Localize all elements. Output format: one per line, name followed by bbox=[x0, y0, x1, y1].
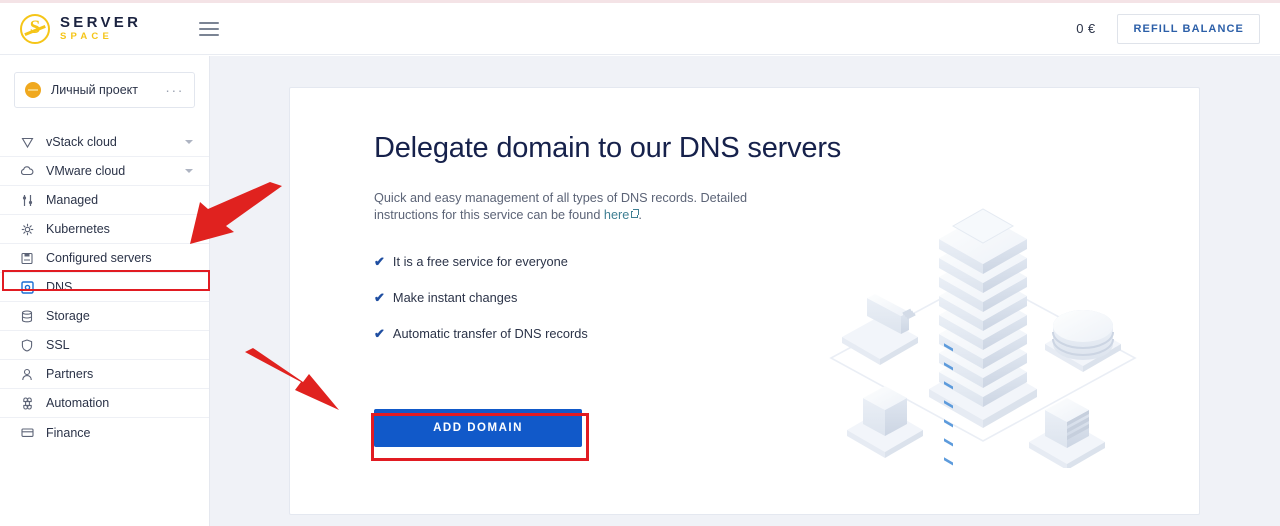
project-name: Личный проект bbox=[51, 83, 138, 97]
hamburger-line bbox=[199, 33, 220, 36]
sidebar-item-storage[interactable]: Storage bbox=[0, 302, 209, 331]
hamburger-line bbox=[199, 27, 220, 30]
sidebar-nav: vStack cloud VMware cloud Managed Kubern… bbox=[0, 128, 209, 447]
sidebar-item-managed[interactable]: Managed bbox=[0, 186, 209, 215]
sidebar-item-automation[interactable]: Automation bbox=[0, 389, 209, 418]
sidebar-item-label: Automation bbox=[46, 396, 110, 410]
check-icon: ✔ bbox=[374, 289, 385, 305]
sidebar-item-configured-servers[interactable]: Configured servers bbox=[0, 244, 209, 273]
database-icon bbox=[20, 309, 34, 323]
project-selector[interactable]: Личный проект ··· bbox=[14, 72, 195, 108]
feature-text: Make instant changes bbox=[392, 289, 518, 305]
feature-list: ✔ It is a free service for everyone ✔ Ma… bbox=[374, 254, 1175, 341]
refill-balance-button[interactable]: REFILL BALANCE bbox=[1117, 13, 1260, 44]
kubernetes-helm-icon bbox=[20, 222, 34, 236]
check-icon: ✔ bbox=[374, 253, 385, 269]
sliders-icon bbox=[20, 193, 34, 207]
chevron-down-icon[interactable] bbox=[185, 140, 193, 144]
feature-text: Automatic transfer of DNS records bbox=[392, 325, 588, 341]
command-icon bbox=[20, 396, 34, 410]
lead-paragraph: Quick and easy management of all types o… bbox=[374, 190, 764, 224]
triangle-down-icon bbox=[20, 135, 34, 149]
sidebar-item-label: Configured servers bbox=[46, 251, 152, 265]
dns-square-icon bbox=[20, 280, 34, 294]
card-content: Delegate domain to our DNS servers Quick… bbox=[374, 132, 1175, 494]
chevron-down-icon[interactable] bbox=[185, 169, 193, 173]
sidebar: Личный проект ··· vStack cloud VMware cl… bbox=[0, 56, 210, 526]
sidebar-item-label: SSL bbox=[46, 338, 70, 352]
sidebar-item-label: vStack cloud bbox=[46, 135, 117, 149]
app-header: S SERVER SPACE 0 € REFILL BALANCE bbox=[0, 3, 1280, 55]
list-item: ✔ Make instant changes bbox=[374, 290, 1175, 305]
project-avatar bbox=[25, 82, 41, 98]
sidebar-item-vstack-cloud[interactable]: vStack cloud bbox=[0, 128, 209, 157]
hamburger-menu-icon[interactable] bbox=[199, 21, 220, 36]
sidebar-item-label: Kubernetes bbox=[46, 222, 110, 236]
sidebar-item-label: Partners bbox=[46, 367, 94, 381]
dns-promo-card: Delegate domain to our DNS servers Quick… bbox=[289, 87, 1200, 515]
sidebar-item-label: Finance bbox=[46, 425, 91, 440]
page-title: Delegate domain to our DNS servers bbox=[374, 132, 842, 164]
sidebar-item-finance[interactable]: Finance bbox=[0, 418, 209, 447]
sidebar-item-label: Storage bbox=[46, 309, 90, 323]
main-area: Delegate domain to our DNS servers Quick… bbox=[210, 56, 1280, 526]
cloud-icon bbox=[20, 164, 34, 178]
project-more-icon[interactable]: ··· bbox=[165, 83, 184, 97]
sidebar-item-kubernetes[interactable]: Kubernetes bbox=[0, 215, 209, 244]
header-actions: 0 € REFILL BALANCE bbox=[1076, 13, 1260, 44]
feature-text: It is a free service for everyone bbox=[392, 253, 568, 269]
check-icon: ✔ bbox=[374, 325, 385, 341]
list-item: ✔ It is a free service for everyone bbox=[374, 254, 1175, 269]
hamburger-line bbox=[199, 21, 220, 24]
sidebar-item-label: DNS bbox=[46, 280, 73, 294]
brand-logo[interactable]: S SERVER SPACE bbox=[20, 13, 141, 44]
external-link-icon bbox=[631, 208, 640, 218]
logo-secondary-text: SPACE bbox=[60, 31, 114, 43]
account-balance: 0 € bbox=[1076, 21, 1096, 36]
logo-wordmark: SERVER SPACE bbox=[60, 15, 141, 42]
user-icon bbox=[20, 367, 34, 381]
app-root: S SERVER SPACE 0 € REFILL BALANCE Личный… bbox=[0, 0, 1280, 526]
server-preset-icon bbox=[20, 251, 34, 265]
list-item: ✔ Automatic transfer of DNS records bbox=[374, 326, 1175, 341]
sidebar-item-label: VMware cloud bbox=[46, 164, 126, 178]
sidebar-item-partners[interactable]: Partners bbox=[0, 360, 209, 389]
sidebar-item-label: Managed bbox=[46, 193, 99, 207]
logo-circle-icon: S bbox=[20, 13, 50, 44]
sidebar-item-vmware-cloud[interactable]: VMware cloud bbox=[0, 157, 209, 186]
add-domain-button[interactable]: ADD DOMAIN bbox=[374, 408, 582, 447]
sidebar-item-dns[interactable]: DNS bbox=[0, 273, 209, 302]
documentation-link[interactable]: here bbox=[604, 208, 629, 222]
shield-icon bbox=[20, 338, 34, 352]
credit-card-icon bbox=[20, 426, 34, 440]
sidebar-item-ssl[interactable]: SSL bbox=[0, 331, 209, 360]
lead-text-before: Quick and easy management of all types o… bbox=[374, 191, 748, 222]
logo-primary-text: SERVER bbox=[60, 14, 142, 32]
